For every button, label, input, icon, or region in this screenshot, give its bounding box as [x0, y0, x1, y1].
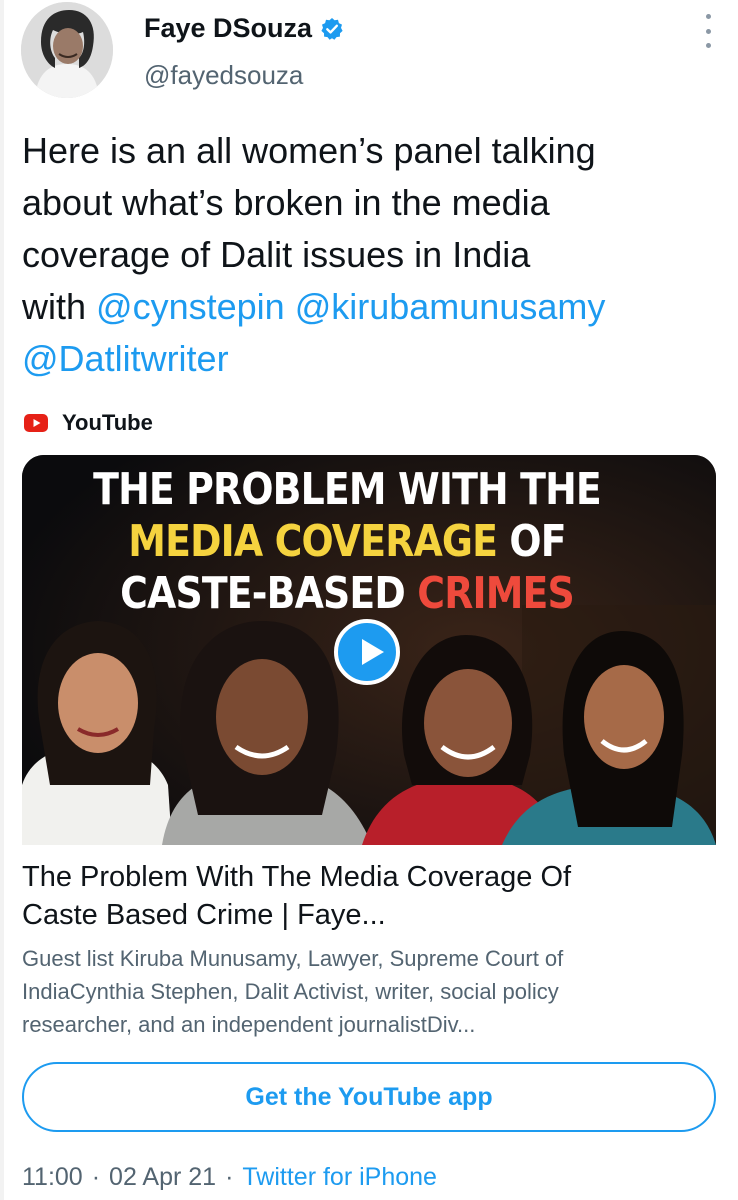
card-description-line: IndiaCynthia Stephen, Dalit Activist, wr…: [22, 979, 559, 1004]
card-title-line: The Problem With The Media Coverage Of: [22, 861, 572, 893]
card-title[interactable]: The Problem With The Media Coverage Of C…: [22, 858, 712, 934]
tweet-meta: 11:00 · 02 Apr 21 · Twitter for iPhone: [22, 1163, 437, 1192]
tweet-date[interactable]: 02 Apr 21: [109, 1163, 216, 1192]
tweet-header: Faye DSouza @fayedsouza: [20, 0, 720, 108]
tweet-client-link[interactable]: Twitter for iPhone: [242, 1163, 437, 1192]
meta-separator: ·: [91, 1163, 101, 1191]
tweet-line-prefix: with: [22, 286, 87, 327]
tweet-line: coverage of Dalit issues in India: [22, 234, 531, 275]
meta-separator: ·: [225, 1163, 234, 1191]
name-row: Faye DSouza: [144, 13, 344, 44]
card-source[interactable]: YouTube: [24, 410, 153, 436]
youtube-icon: [24, 414, 48, 432]
mention-link-datlitwriter[interactable]: @Datlitwriter: [22, 338, 229, 379]
thumbnail-headline-line3: CASTE-BASED CRIMES: [49, 568, 646, 620]
mention-link-kirubamunusamy[interactable]: @kirubamunusamy: [295, 286, 606, 327]
tweet-line: with @cynstepin @kirubamunusamy: [22, 281, 722, 333]
card-description-line: researcher, and an independent journalis…: [22, 1012, 476, 1037]
left-edge-strip: [0, 0, 4, 1200]
avatar[interactable]: [21, 2, 113, 98]
verified-badge-icon: [321, 17, 343, 40]
thumbnail-headline-line2: MEDIA COVERAGE OF: [49, 516, 646, 568]
tweet-text: Here is an all women’s panel talking abo…: [22, 125, 722, 385]
tweet-time[interactable]: 11:00: [22, 1163, 83, 1192]
more-options-icon[interactable]: [700, 14, 716, 48]
play-button-icon[interactable]: [334, 619, 400, 685]
card-description: Guest list Kiruba Munusamy, Lawyer, Supr…: [22, 942, 712, 1041]
card-source-label: YouTube: [62, 410, 153, 435]
get-youtube-app-button[interactable]: Get the YouTube app: [22, 1062, 716, 1132]
display-name[interactable]: Faye DSouza: [144, 13, 312, 44]
headline-highlight-red: CRIMES: [417, 568, 574, 619]
mention-link-cynstepin[interactable]: @cynstepin: [96, 286, 285, 327]
user-handle[interactable]: @fayedsouza: [144, 60, 303, 91]
tweet-line: @Datlitwriter: [22, 333, 722, 385]
headline-text: CASTE-BASED: [120, 568, 418, 619]
thumbnail-headline-line1: THE PROBLEM WITH THE: [93, 464, 602, 515]
card-description-line: Guest list Kiruba Munusamy, Lawyer, Supr…: [22, 946, 564, 971]
tweet-line: about what’s broken in the media: [22, 182, 550, 223]
headline-highlight-yellow: MEDIA COVERAGE: [128, 516, 498, 567]
card-title-line: Caste Based Crime | Faye...: [22, 899, 386, 931]
tweet-line: Here is an all women’s panel talking: [22, 130, 596, 171]
headline-text: OF: [497, 516, 566, 567]
profile-photo: [21, 2, 113, 98]
